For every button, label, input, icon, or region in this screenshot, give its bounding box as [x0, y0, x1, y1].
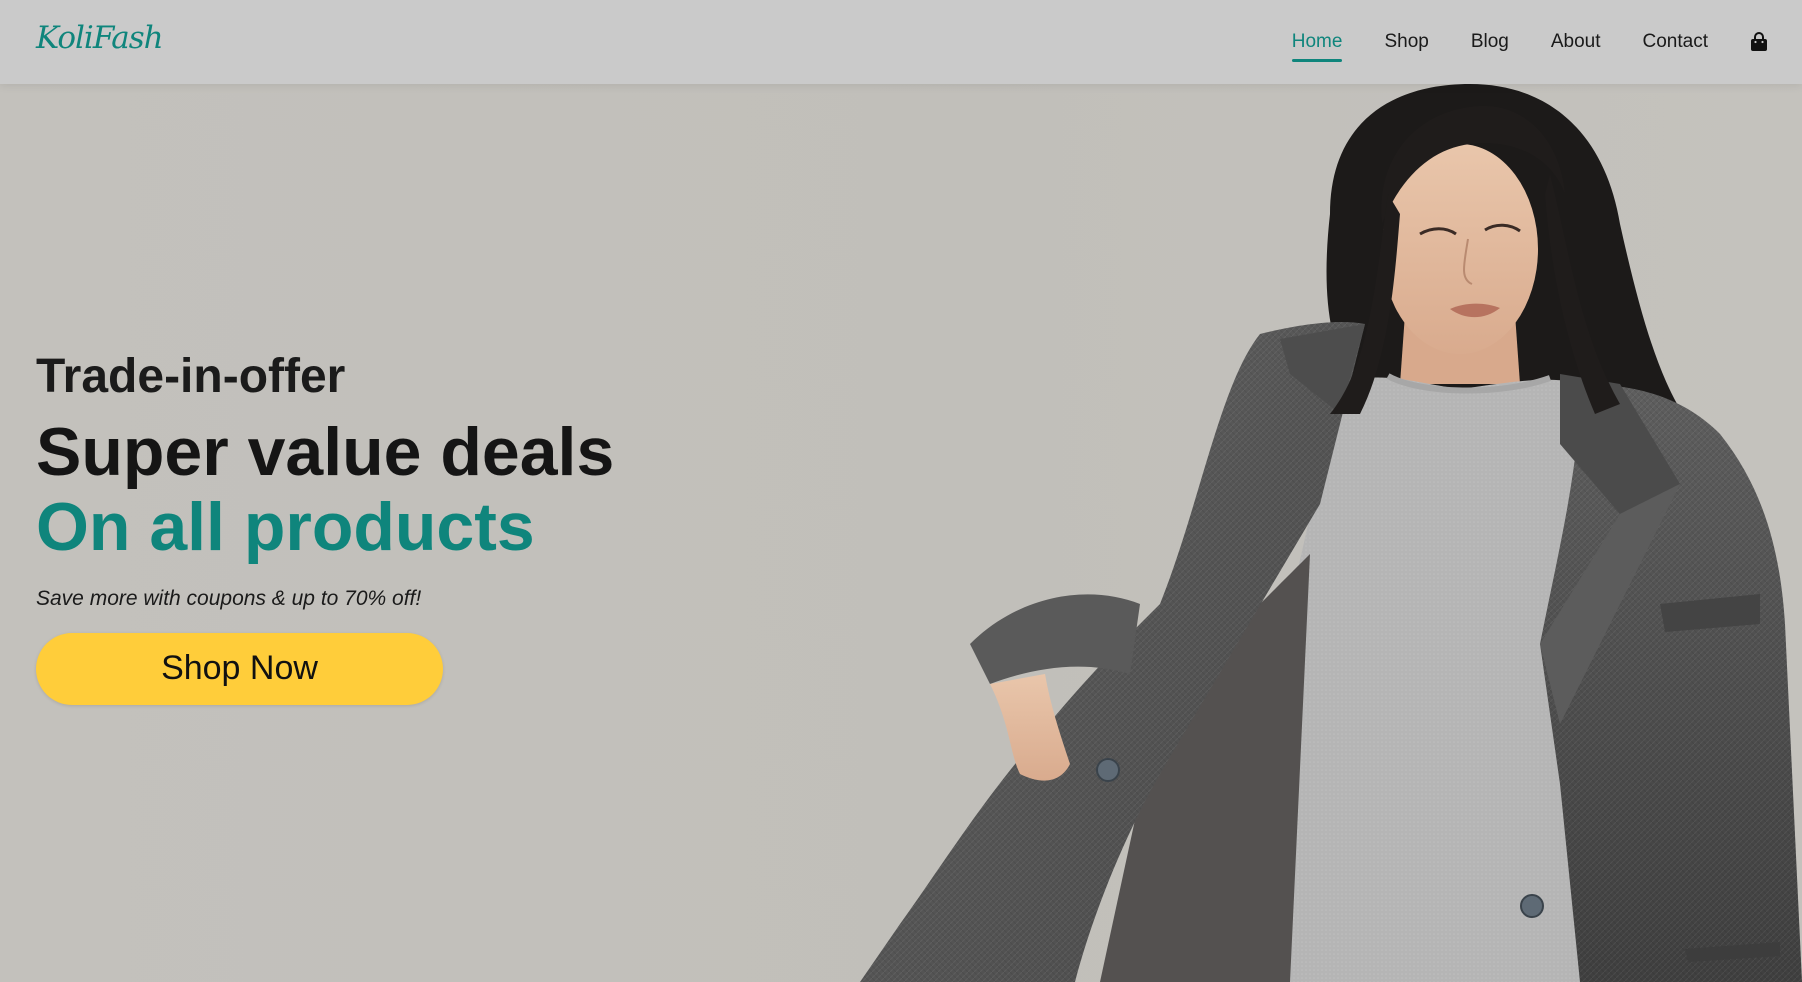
- site-header: KoliFash Home Shop Blog About Contact: [0, 0, 1802, 84]
- hero-headline: Super value deals: [36, 413, 615, 490]
- hero-headline-highlight: On all products: [36, 488, 535, 565]
- nav-item-home[interactable]: Home: [1291, 31, 1342, 62]
- nav-item-about[interactable]: About: [1551, 31, 1601, 53]
- hero-section: Trade-in-offer Super value deals On all …: [36, 350, 614, 705]
- hero-subtext: Save more with coupons & up to 70% off!: [36, 586, 422, 610]
- nav-item-contact[interactable]: Contact: [1643, 31, 1708, 53]
- brand-logo[interactable]: KoliFash: [36, 20, 164, 56]
- shop-now-button[interactable]: Shop Now: [36, 632, 443, 705]
- hero-model-photo: [860, 84, 1802, 982]
- shopping-bag-icon[interactable]: [1750, 32, 1768, 52]
- nav-item-blog[interactable]: Blog: [1471, 31, 1509, 53]
- hero-eyebrow: Trade-in-offer: [36, 350, 346, 403]
- main-nav: Home Shop Blog About Contact: [1250, 0, 1768, 84]
- nav-item-shop[interactable]: Shop: [1384, 31, 1428, 53]
- page: KoliFash Home Shop Blog About Contact Tr…: [0, 0, 1802, 982]
